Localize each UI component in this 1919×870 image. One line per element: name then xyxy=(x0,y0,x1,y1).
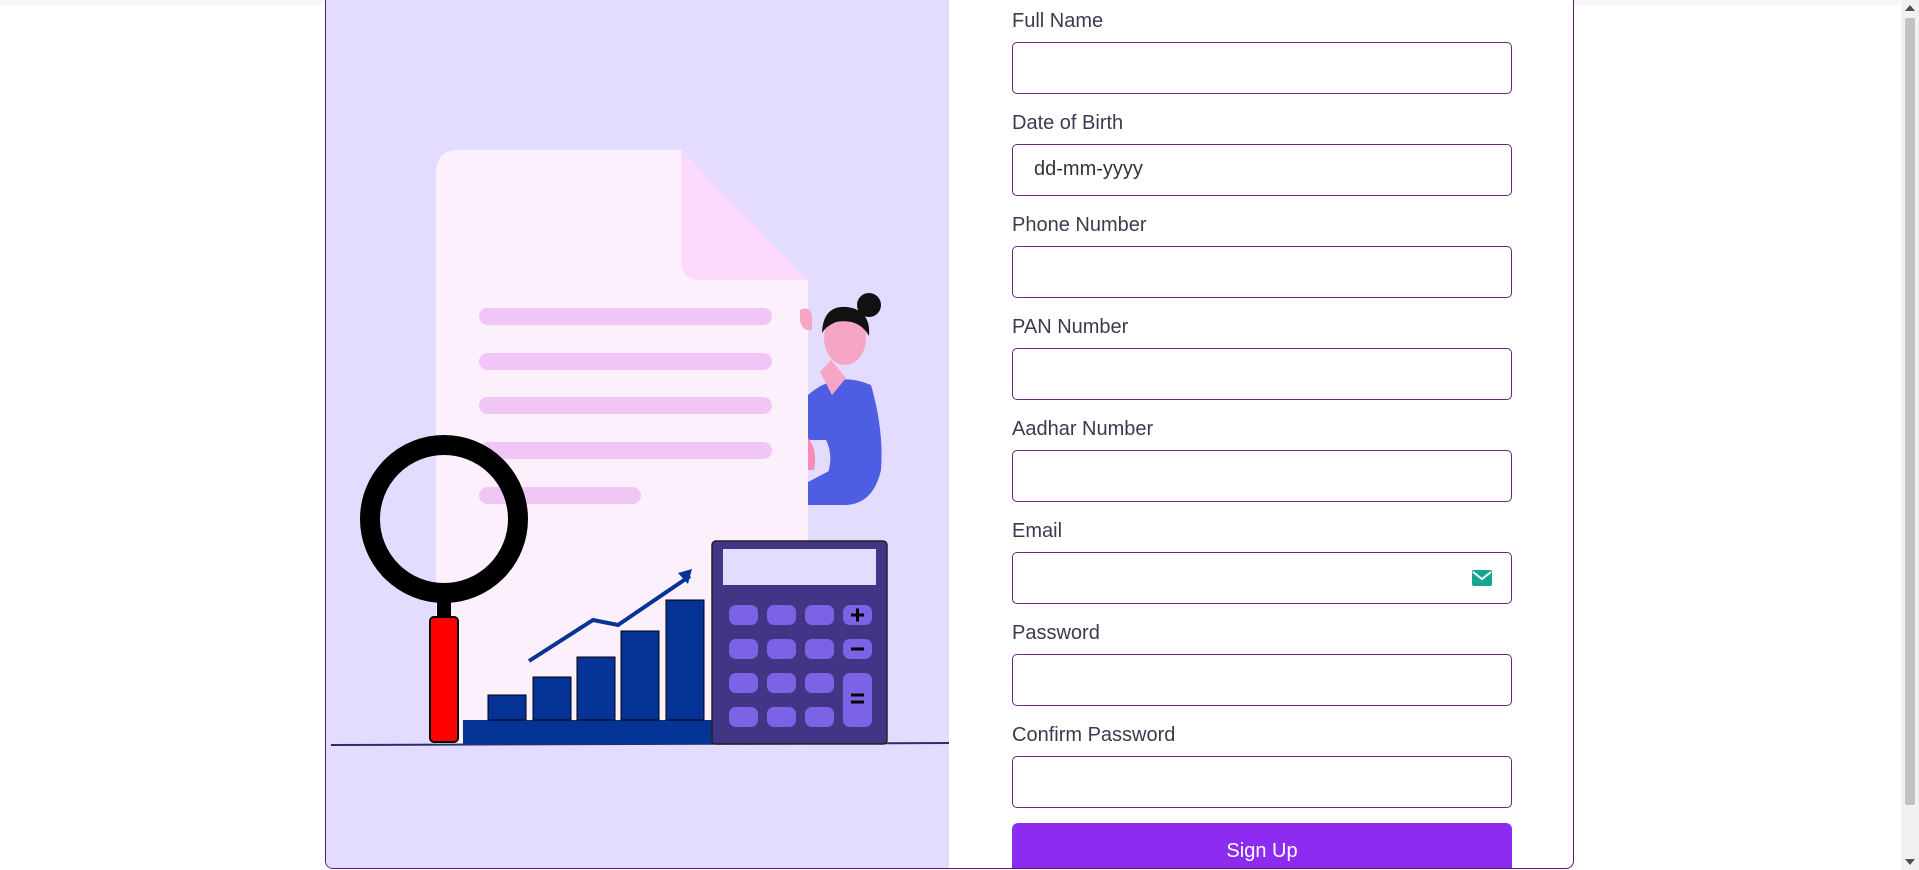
scrollbar-thumb[interactable] xyxy=(1905,18,1915,805)
password-input[interactable] xyxy=(1012,654,1512,706)
confirm-password-field: Confirm Password xyxy=(1012,724,1512,826)
confirm-password-input[interactable] xyxy=(1012,756,1512,808)
email-input[interactable] xyxy=(1012,552,1512,604)
signup-form: Full Name Date of Birth dd-mm-yyyy Phone… xyxy=(1012,10,1512,826)
scroll-down-arrow-icon[interactable] xyxy=(1905,859,1915,865)
confirm-password-label: Confirm Password xyxy=(1012,724,1176,746)
pan-number-field: PAN Number xyxy=(1012,316,1512,418)
phone-number-label: Phone Number xyxy=(1012,214,1147,236)
aadhar-number-input[interactable] xyxy=(1012,450,1512,502)
phone-number-field: Phone Number xyxy=(1012,214,1512,316)
email-label: Email xyxy=(1012,520,1063,542)
sign-up-button[interactable]: Sign Up xyxy=(1012,823,1512,868)
pan-number-input[interactable] xyxy=(1012,348,1512,400)
scroll-up-arrow-icon[interactable] xyxy=(1905,5,1915,11)
email-field: Email xyxy=(1012,520,1512,622)
full-name-label: Full Name xyxy=(1012,10,1104,32)
phone-number-input[interactable] xyxy=(1012,246,1512,298)
password-field: Password xyxy=(1012,622,1512,724)
aadhar-number-field: Aadhar Number xyxy=(1012,418,1512,520)
signup-card: Full Name Date of Birth dd-mm-yyyy Phone… xyxy=(325,0,1574,869)
date-of-birth-input[interactable]: dd-mm-yyyy xyxy=(1012,144,1512,196)
envelope-icon[interactable] xyxy=(1472,570,1492,586)
full-name-field: Full Name xyxy=(1012,10,1512,112)
full-name-input[interactable] xyxy=(1012,42,1512,94)
date-of-birth-value: dd-mm-yyyy xyxy=(1034,158,1143,180)
page-scrollbar[interactable] xyxy=(1901,0,1919,870)
signup-illustration xyxy=(326,0,949,868)
date-of-birth-label: Date of Birth xyxy=(1012,112,1124,134)
date-of-birth-field: Date of Birth dd-mm-yyyy xyxy=(1012,112,1512,214)
finance-illustration-graphic xyxy=(330,150,949,746)
aadhar-number-label: Aadhar Number xyxy=(1012,418,1154,440)
pan-number-label: PAN Number xyxy=(1012,316,1129,338)
password-label: Password xyxy=(1012,622,1100,644)
